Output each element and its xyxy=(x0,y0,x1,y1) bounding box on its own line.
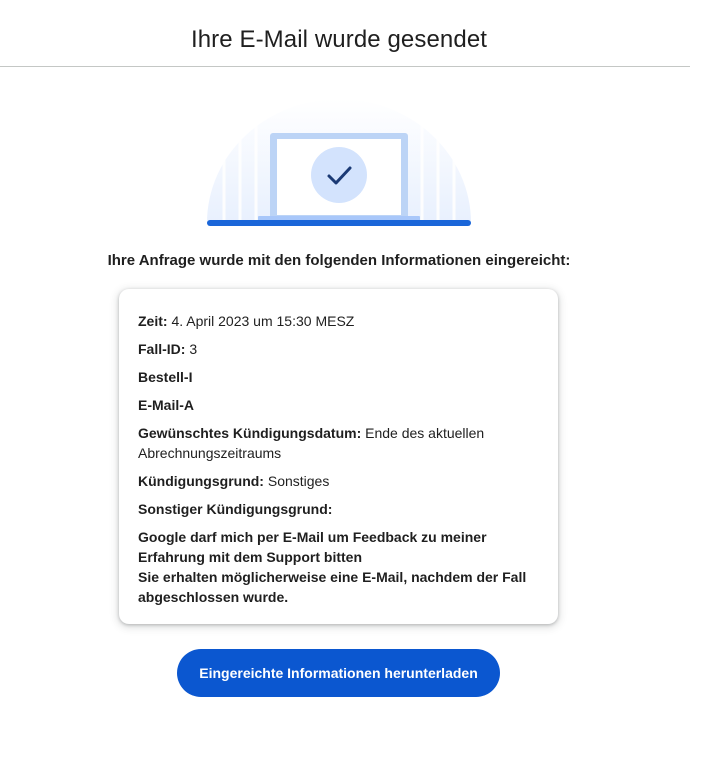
submission-info-card: Zeit: 4. April 2023 um 15:30 MESZ Fall-I… xyxy=(119,289,558,624)
floor-bar xyxy=(207,220,471,226)
case-id-value: 3 xyxy=(189,341,198,357)
page-title: Ihre E-Mail wurde gesendet xyxy=(190,26,488,53)
cancellation-reason-row: Kündigungsgrund: Sonstiges xyxy=(138,471,539,491)
laptop-check-illustration xyxy=(207,99,471,226)
other-reason-label: Sonstiger Kündigungsgrund: xyxy=(138,501,333,517)
email-address-label: E-Mail-A xyxy=(138,397,194,413)
order-id-row: Bestell-I xyxy=(138,367,539,387)
case-id-label: Fall-ID: xyxy=(138,341,186,357)
case-closed-notice-line: Sie erhalten möglicherweise eine E-Mail,… xyxy=(138,569,527,605)
feedback-consent-line: Google darf mich per E-Mail um Feedback … xyxy=(138,529,487,565)
check-circle xyxy=(311,147,367,203)
time-row: Zeit: 4. April 2023 um 15:30 MESZ xyxy=(138,311,539,331)
submission-subheading: Ihre Anfrage wurde mit den folgenden Inf… xyxy=(107,252,571,269)
download-submitted-info-button[interactable]: Eingereichte Informationen herunterladen xyxy=(177,649,500,697)
email-sent-illustration xyxy=(204,96,474,230)
cancellation-date-label: Gewünschtes Kündigungsdatum: xyxy=(138,425,362,441)
confirmation-page: Ihre E-Mail wurde gesendet Ihre Anfrage … xyxy=(0,0,727,761)
order-id-label: Bestell-I xyxy=(138,369,193,385)
time-value: 4. April 2023 um 15:30 MESZ xyxy=(171,313,355,329)
cancellation-reason-value: Sonstiges xyxy=(267,473,330,489)
time-label: Zeit: xyxy=(138,313,168,329)
page-header: Ihre E-Mail wurde gesendet xyxy=(0,0,690,67)
case-id-row: Fall-ID: 3 xyxy=(138,339,539,359)
other-reason-row: Sonstiger Kündigungsgrund: xyxy=(138,499,539,519)
consent-text: Google darf mich per E-Mail um Feedback … xyxy=(138,527,539,607)
email-address-row: E-Mail-A xyxy=(138,395,539,415)
cancellation-reason-label: Kündigungsgrund: xyxy=(138,473,264,489)
cancellation-date-row: Gewünschtes Kündigungsdatum: Ende des ak… xyxy=(138,423,539,463)
